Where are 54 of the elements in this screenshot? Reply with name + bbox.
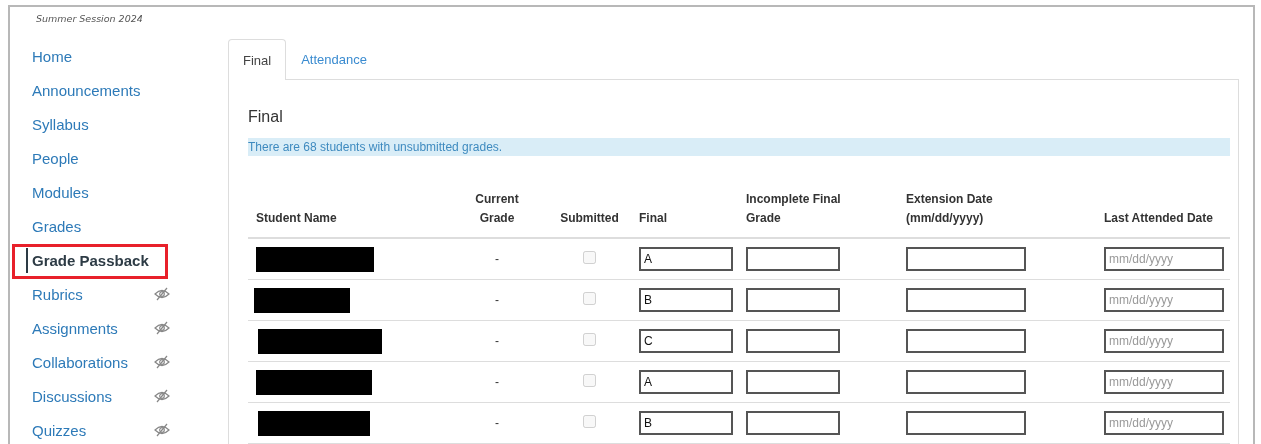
last-attended-field[interactable]: mm/dd/yyyy [1104, 288, 1224, 312]
incomplete-grade-field[interactable] [746, 411, 840, 435]
nav-link[interactable]: Grades [32, 213, 152, 239]
current-grade: - [495, 334, 499, 348]
current-grade: - [495, 416, 499, 430]
tab[interactable]: Attendance [286, 39, 382, 79]
final-grade-field[interactable]: B [639, 411, 733, 435]
nav-link[interactable]: Syllabus [32, 111, 152, 137]
extension-date-field[interactable] [906, 247, 1026, 271]
extension-date-field[interactable] [906, 411, 1026, 435]
nav-link[interactable]: Announcements [32, 77, 152, 103]
final-grade-field[interactable]: A [639, 370, 733, 394]
extension-date-field[interactable] [906, 288, 1026, 312]
last-attended-field[interactable]: mm/dd/yyyy [1104, 370, 1224, 394]
nav-link[interactable]: Modules [32, 179, 152, 205]
term-label: Summer Session 2024 [36, 13, 143, 24]
nav-link[interactable]: Grade Passback [26, 247, 153, 273]
nav-link[interactable]: Home [32, 43, 152, 69]
column-header: Student Name [256, 210, 337, 227]
hidden-eye-icon [154, 287, 170, 301]
nav-link[interactable]: Discussions [32, 383, 152, 409]
nav-link[interactable]: Assignments [32, 315, 152, 341]
column-header: Extension Date (mm/dd/yyyy) [906, 191, 994, 227]
incomplete-grade-field[interactable] [746, 370, 840, 394]
extension-date-field[interactable] [906, 329, 1026, 353]
incomplete-grade-field[interactable] [746, 329, 840, 353]
hidden-eye-icon [154, 321, 170, 335]
nav-link[interactable]: Quizzes [32, 417, 152, 443]
notice-banner: There are 68 students with unsubmitted grades. [248, 138, 1230, 156]
current-grade: - [495, 293, 499, 307]
column-header: Final [639, 210, 667, 227]
column-header: Submitted [560, 210, 619, 227]
final-grade-field[interactable]: B [639, 288, 733, 312]
current-grade: - [495, 375, 499, 389]
incomplete-grade-field[interactable] [746, 288, 840, 312]
column-header: Incomplete Final Grade [746, 191, 842, 227]
column-header: Last Attended Date [1104, 210, 1213, 227]
nav-link[interactable]: Rubrics [32, 281, 152, 307]
nav-link[interactable]: Collaborations [32, 349, 152, 375]
last-attended-field[interactable]: mm/dd/yyyy [1104, 329, 1224, 353]
extension-date-field[interactable] [906, 370, 1026, 394]
last-attended-field[interactable]: mm/dd/yyyy [1104, 247, 1224, 271]
final-grade-field[interactable]: A [639, 247, 733, 271]
section-heading: Final [248, 108, 284, 126]
hidden-eye-icon [154, 355, 170, 369]
hidden-eye-icon [154, 423, 170, 437]
incomplete-grade-field[interactable] [746, 247, 840, 271]
current-grade: - [495, 252, 499, 266]
tab[interactable]: Final [228, 39, 287, 80]
hidden-eye-icon [154, 389, 170, 403]
final-grade-field[interactable]: C [639, 329, 733, 353]
column-header: Current Grade [474, 191, 520, 227]
nav-link[interactable]: People [32, 145, 152, 171]
last-attended-field[interactable]: mm/dd/yyyy [1104, 411, 1224, 435]
